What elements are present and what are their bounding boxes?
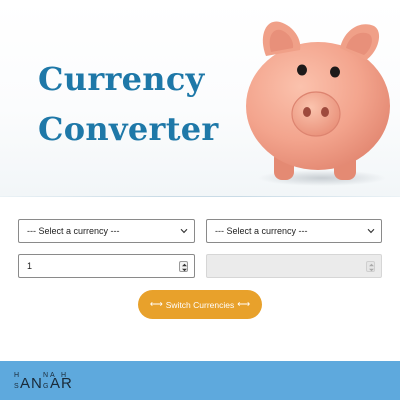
chevron-down-icon (367, 228, 375, 234)
double-arrow-icon: ⟷ (237, 299, 251, 309)
hero-divider (0, 196, 400, 197)
piggy-bank-image (246, 21, 390, 186)
title-line-1: Currency (38, 60, 205, 98)
switch-currencies-label: Switch Currencies (165, 299, 235, 310)
svg-text:A: A (50, 375, 60, 392)
from-amount-input[interactable]: 1 (18, 254, 195, 278)
from-currency-select[interactable]: --- Select a currency --- (18, 219, 195, 243)
hero-banner: Currency Converter (0, 0, 400, 197)
svg-text:R: R (61, 375, 72, 392)
from-amount-value: 1 (27, 261, 33, 271)
svg-text:H: H (14, 372, 19, 379)
svg-text:N: N (43, 372, 48, 379)
brand-logo[interactable]: H S A N N G A A H R (14, 369, 86, 393)
svg-text:S: S (14, 383, 19, 390)
to-currency-select[interactable]: --- Select a currency --- (206, 219, 382, 243)
switch-currencies-button[interactable]: ⟷ Switch Currencies ⟷ (138, 290, 262, 319)
double-arrow-icon: ⟷ (149, 299, 163, 309)
chevron-down-icon (180, 228, 188, 234)
title-line-2: Converter (38, 110, 219, 148)
spinner-icon (366, 261, 375, 272)
to-currency-selected: --- Select a currency --- (215, 226, 308, 236)
to-amount-output (206, 254, 382, 278)
from-currency-selected: --- Select a currency --- (27, 226, 120, 236)
page-title: Currency Converter (38, 54, 219, 154)
svg-text:N: N (31, 375, 42, 392)
svg-text:G: G (43, 383, 48, 390)
footer: H S A N N G A A H R (0, 361, 400, 400)
svg-text:A: A (20, 375, 30, 392)
spinner-icon[interactable] (179, 261, 188, 272)
